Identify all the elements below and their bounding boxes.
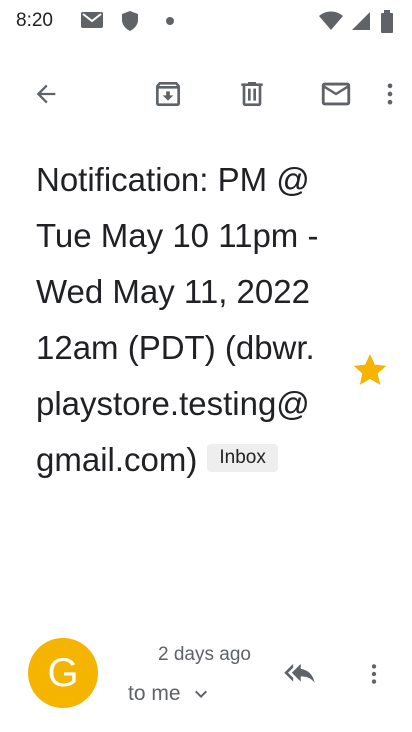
subject-text: Notification: PM @ Tue May 10 11pm - Wed… [36, 161, 319, 478]
email-subject: Notification: PM @ Tue May 10 11pm - Wed… [36, 152, 326, 488]
more-options-button[interactable] [368, 70, 412, 118]
gmail-notification-icon [80, 10, 104, 35]
back-arrow-icon [36, 84, 56, 104]
dot-icon [164, 14, 176, 32]
email-time: 2 days ago [158, 644, 251, 665]
sender-avatar[interactable]: G [28, 638, 98, 708]
email-toolbar [0, 52, 412, 132]
back-button[interactable] [22, 70, 70, 118]
status-bar: 8:20 [0, 0, 412, 44]
battery-icon [380, 10, 394, 39]
wifi-icon [318, 10, 344, 37]
sender-row: G 2 days ago to me [0, 630, 412, 720]
reply-all-icon [284, 663, 315, 683]
message-more-button[interactable] [352, 650, 396, 698]
more-vert-icon [371, 664, 377, 684]
archive-icon [156, 82, 180, 106]
star-icon [353, 354, 387, 385]
signal-icon [350, 10, 372, 37]
more-vert-icon [387, 83, 393, 105]
shield-icon [120, 10, 140, 37]
recipient-details[interactable]: to me [128, 682, 213, 706]
reply-all-button[interactable] [278, 650, 326, 698]
inbox-label[interactable]: Inbox [207, 444, 278, 473]
delete-button[interactable] [228, 70, 276, 118]
archive-button[interactable] [144, 70, 192, 118]
status-time: 8:20 [16, 10, 53, 31]
chevron-down-icon [194, 690, 207, 698]
recipient-text: to me [128, 682, 181, 705]
star-button[interactable] [350, 350, 390, 390]
trash-icon [241, 82, 263, 106]
mail-icon [321, 82, 351, 106]
mark-unread-button[interactable] [312, 70, 360, 118]
